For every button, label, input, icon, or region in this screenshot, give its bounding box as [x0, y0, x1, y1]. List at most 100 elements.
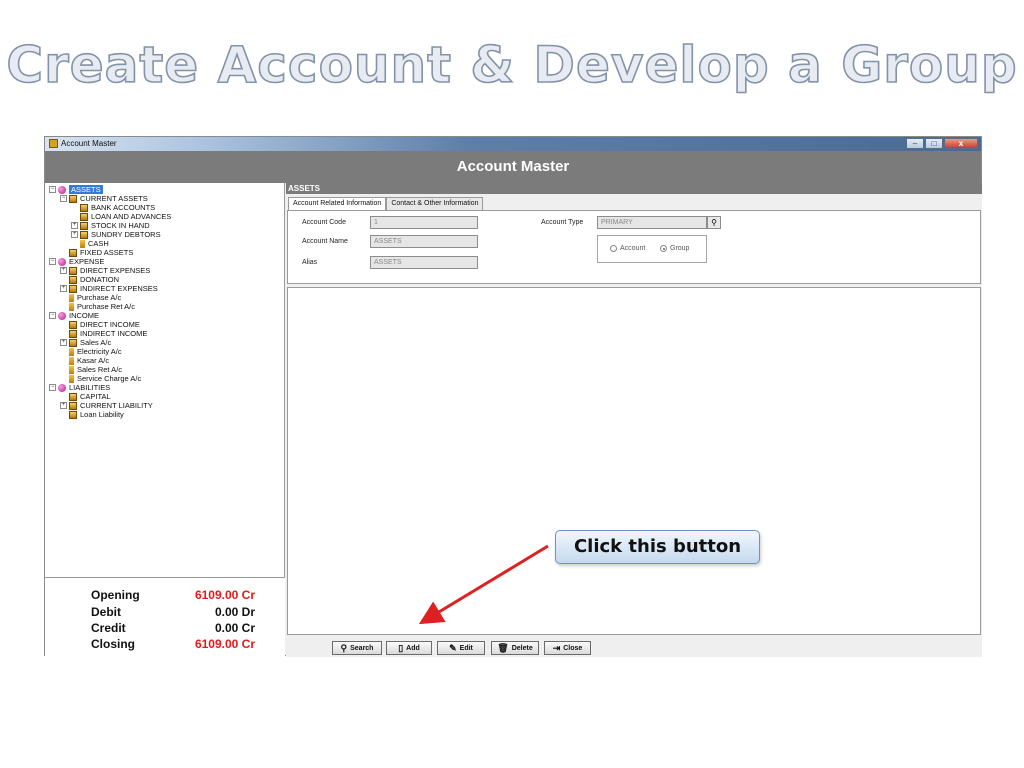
radio-unchecked-icon: [610, 245, 617, 252]
group-icon: [80, 230, 88, 239]
expand-icon[interactable]: +: [60, 339, 67, 346]
root-group-icon: [58, 185, 66, 194]
close-window-button[interactable]: x: [944, 138, 978, 149]
expand-icon[interactable]: +: [71, 222, 78, 229]
tree-item[interactable]: + DIRECT EXPENSES: [60, 266, 150, 275]
tree-item-label: BANK ACCOUNTS: [91, 203, 156, 212]
account-type-field[interactable]: PRIMARY: [597, 216, 707, 229]
edit-button[interactable]: ✎ Edit: [437, 641, 485, 655]
expand-icon[interactable]: +: [71, 231, 78, 238]
ledger-icon: [69, 356, 74, 365]
tree-item-label: INDIRECT EXPENSES: [80, 284, 158, 293]
minimize-button[interactable]: –: [906, 138, 924, 149]
tree-item-label: Sales A/c: [80, 338, 112, 347]
tree-item[interactable]: + STOCK IN HAND: [71, 221, 150, 230]
tree-item[interactable]: CAPITAL: [60, 392, 111, 401]
group-icon: [69, 284, 77, 293]
tree-item[interactable]: Sales Ret A/c: [60, 365, 122, 374]
collapse-icon[interactable]: −: [49, 384, 56, 391]
tree-item[interactable]: − INCOME: [49, 311, 99, 320]
tab-contact-other-information[interactable]: Contact & Other Information: [386, 197, 484, 210]
tree-item-label: DONATION: [80, 275, 120, 284]
tree-item[interactable]: Purchase A/c: [60, 293, 121, 302]
details-area: [287, 287, 981, 635]
tree-item[interactable]: Loan Liability: [60, 410, 124, 419]
section-title: ASSETS: [286, 183, 982, 194]
collapse-icon[interactable]: −: [49, 312, 56, 319]
expand-icon[interactable]: +: [60, 402, 67, 409]
close-button[interactable]: ⇥ Close: [544, 641, 591, 655]
tree-item[interactable]: LOAN AND ADVANCES: [71, 212, 171, 221]
collapse-icon[interactable]: −: [49, 258, 56, 265]
ledger-icon: [69, 302, 74, 311]
tree-item[interactable]: + SUNDRY DEBTORS: [71, 230, 161, 239]
balance-value: 0.00 Cr: [214, 621, 255, 635]
tree-item[interactable]: + Sales A/c: [60, 338, 111, 347]
group-icon: [69, 401, 77, 410]
tree-item[interactable]: BANK ACCOUNTS: [71, 203, 155, 212]
tree-item-label: SUNDRY DEBTORS: [91, 230, 161, 239]
collapse-icon[interactable]: −: [60, 195, 67, 202]
collapse-icon[interactable]: −: [49, 186, 56, 193]
tree-item-label: Kasar A/c: [77, 356, 110, 365]
balance-row-opening: Opening 6109.00 Cr: [45, 588, 285, 604]
tree-item[interactable]: + INDIRECT EXPENSES: [60, 284, 158, 293]
tree-item[interactable]: DIRECT INCOME: [60, 320, 140, 329]
radio-checked-icon: [660, 245, 667, 252]
alias-label: Alias: [302, 259, 318, 266]
balance-label: Opening: [91, 588, 140, 602]
account-tree: − ASSETS − CURRENT ASSETS BANK ACCOUNTS LOAN …: [49, 185, 283, 577]
tab-account-related-information[interactable]: Account Related Information: [288, 197, 387, 211]
tree-item[interactable]: INDIRECT INCOME: [60, 329, 147, 338]
account-name-label: Account Name: [302, 238, 348, 245]
tree-item[interactable]: Service Charge A/c: [60, 374, 141, 383]
delete-button[interactable]: 🗑 Delete: [491, 641, 539, 655]
edit-button-label: Edit: [459, 644, 473, 652]
tree-item[interactable]: Purchase Ret A/c: [60, 302, 135, 311]
account-form: Account Code 1 Account Name ASSETS Alias…: [287, 210, 981, 284]
account-type-radio-group: Account Group: [597, 235, 707, 263]
tree-item[interactable]: DONATION: [60, 275, 119, 284]
tree-item[interactable]: Kasar A/c: [60, 356, 109, 365]
expand-icon[interactable]: +: [60, 267, 67, 274]
tree-item[interactable]: Electricity A/c: [60, 347, 122, 356]
balance-row-credit: Credit 0.00 Cr: [45, 621, 285, 637]
right-panel: ASSETS Account Related Information Conta…: [286, 183, 982, 657]
page-header: Account Master: [45, 151, 981, 183]
radio-account[interactable]: Account: [610, 245, 645, 252]
group-icon: [69, 329, 77, 338]
tree-item-label: Electricity A/c: [77, 347, 122, 356]
expand-icon[interactable]: +: [60, 285, 67, 292]
tree-item[interactable]: − CURRENT ASSETS: [60, 194, 148, 203]
group-icon: [69, 320, 77, 329]
ledger-icon: [80, 239, 85, 248]
window-titlebar[interactable]: Account Master – □ x: [45, 137, 981, 151]
tree-item[interactable]: CASH: [71, 239, 109, 248]
tree-item-label: INCOME: [69, 311, 99, 320]
tree-item-label: FIXED ASSETS: [80, 248, 134, 257]
search-button[interactable]: ⚲ Search: [332, 641, 382, 655]
tab-strip: Account Related Information Contact & Ot…: [288, 197, 484, 211]
add-button-label: Add: [406, 644, 420, 652]
tree-item[interactable]: − ASSETS: [49, 185, 103, 194]
tree-item[interactable]: FIXED ASSETS: [60, 248, 133, 257]
tree-item[interactable]: − EXPENSE: [49, 257, 104, 266]
tree-item[interactable]: − LIABILITIES: [49, 383, 110, 392]
group-icon: [80, 203, 88, 212]
tree-item[interactable]: + CURRENT LIABILITY: [60, 401, 153, 410]
add-button[interactable]: ▯ Add: [386, 641, 432, 655]
maximize-button[interactable]: □: [925, 138, 943, 149]
radio-group[interactable]: Group: [660, 245, 689, 252]
group-icon: [69, 275, 77, 284]
delete-button-label: Delete: [511, 644, 533, 652]
tree-item-label: STOCK IN HAND: [91, 221, 150, 230]
account-code-label: Account Code: [302, 219, 346, 226]
alias-field[interactable]: ASSETS: [370, 256, 478, 269]
account-code-field[interactable]: 1: [370, 216, 478, 229]
binoculars-icon[interactable]: ⚲: [707, 216, 721, 229]
account-name-field[interactable]: ASSETS: [370, 235, 478, 248]
window-title: Account Master: [61, 139, 117, 148]
account-master-window: Account Master – □ x Account Master − ASS…: [44, 136, 982, 657]
app-icon: [49, 139, 58, 148]
balance-row-debit: Debit 0.00 Dr: [45, 605, 285, 621]
